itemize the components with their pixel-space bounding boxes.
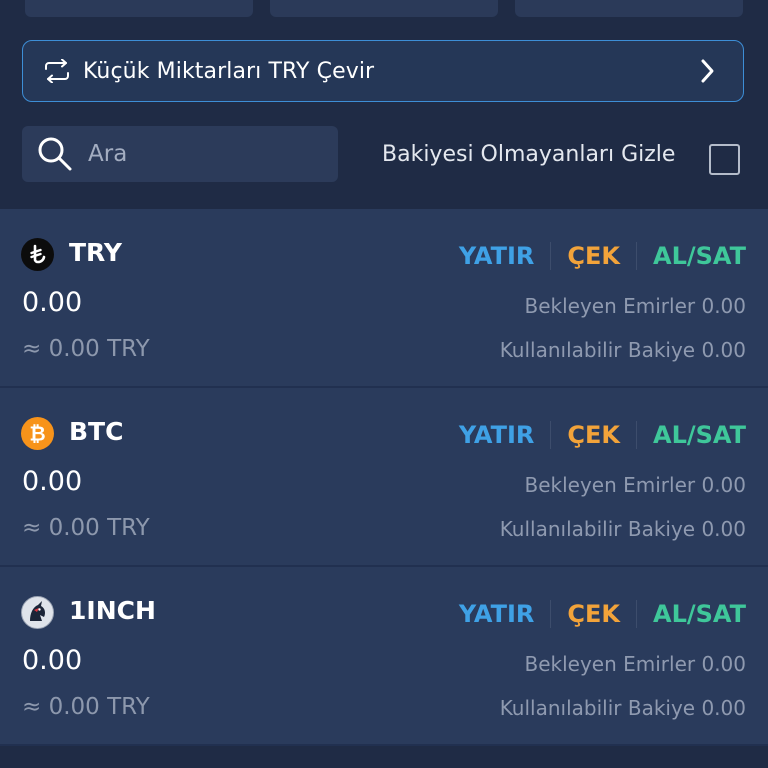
asset-symbol: 1INCH (69, 596, 156, 625)
asset-balance: 0.00 (22, 287, 83, 318)
try-lira-icon (21, 238, 54, 271)
asset-approx-value: ≈ 0.00 TRY (22, 515, 150, 541)
asset-symbol: TRY (69, 238, 123, 267)
top-summary-tiles (25, 0, 745, 18)
asset-actions: YATIR ÇEK AL/SAT (459, 241, 746, 271)
divider (636, 421, 637, 449)
search-input[interactable] (86, 140, 320, 168)
pending-orders: Bekleyen Emirler 0.00 (524, 294, 746, 318)
withdraw-button[interactable]: ÇEK (567, 600, 620, 628)
divider (636, 600, 637, 628)
trade-button[interactable]: AL/SAT (653, 421, 746, 449)
search-icon (36, 135, 74, 173)
asset-symbol: BTC (69, 417, 124, 446)
convert-small-amounts-button[interactable]: Küçük Miktarları TRY Çevir (22, 40, 744, 102)
withdraw-button[interactable]: ÇEK (567, 421, 620, 449)
hide-zero-balance-checkbox[interactable] (709, 144, 740, 175)
asset-balance: 0.00 (22, 466, 83, 497)
deposit-button[interactable]: YATIR (459, 242, 535, 270)
asset-balance: 0.00 (22, 645, 83, 676)
hide-zero-balance-label: Bakiyesi Olmayanları Gizle (382, 142, 676, 167)
pending-orders: Bekleyen Emirler 0.00 (524, 652, 746, 676)
summary-tile[interactable] (515, 0, 743, 17)
divider (550, 242, 552, 270)
convert-label: Küçük Miktarları TRY Çevir (83, 58, 375, 84)
divider (550, 421, 552, 449)
deposit-button[interactable]: YATIR (459, 600, 535, 628)
bitcoin-icon: ₿ (21, 417, 54, 450)
asset-actions: YATIR ÇEK AL/SAT (459, 599, 746, 629)
chevron-right-icon (695, 58, 719, 84)
available-balance: Kullanılabilir Bakiye 0.00 (499, 517, 746, 541)
search-box[interactable] (22, 126, 338, 182)
asset-approx-value: ≈ 0.00 TRY (22, 336, 150, 362)
pending-orders: Bekleyen Emirler 0.00 (524, 473, 746, 497)
withdraw-button[interactable]: ÇEK (567, 242, 620, 270)
asset-row-btc[interactable]: ₿ BTC YATIR ÇEK AL/SAT 0.00 ≈ 0.00 TRY B… (0, 388, 768, 567)
summary-tile[interactable] (270, 0, 498, 17)
divider (550, 600, 552, 628)
deposit-button[interactable]: YATIR (459, 421, 535, 449)
wallet-page: Küçük Miktarları TRY Çevir Bakiyesi Olma… (0, 0, 768, 768)
asset-approx-value: ≈ 0.00 TRY (22, 694, 150, 720)
svg-text:₿: ₿ (29, 422, 45, 446)
available-balance: Kullanılabilir Bakiye 0.00 (499, 696, 746, 720)
swap-arrows-icon (43, 57, 71, 85)
summary-tile[interactable] (25, 0, 253, 17)
asset-actions: YATIR ÇEK AL/SAT (459, 420, 746, 450)
divider (636, 242, 637, 270)
asset-row-try[interactable]: TRY YATIR ÇEK AL/SAT 0.00 ≈ 0.00 TRY Bek… (0, 209, 768, 388)
1inch-unicorn-icon (21, 596, 54, 629)
asset-list: TRY YATIR ÇEK AL/SAT 0.00 ≈ 0.00 TRY Bek… (0, 209, 768, 746)
trade-button[interactable]: AL/SAT (653, 242, 746, 270)
available-balance: Kullanılabilir Bakiye 0.00 (499, 338, 746, 362)
asset-row-1inch[interactable]: 1INCH YATIR ÇEK AL/SAT 0.00 ≈ 0.00 TRY B… (0, 567, 768, 746)
trade-button[interactable]: AL/SAT (653, 600, 746, 628)
